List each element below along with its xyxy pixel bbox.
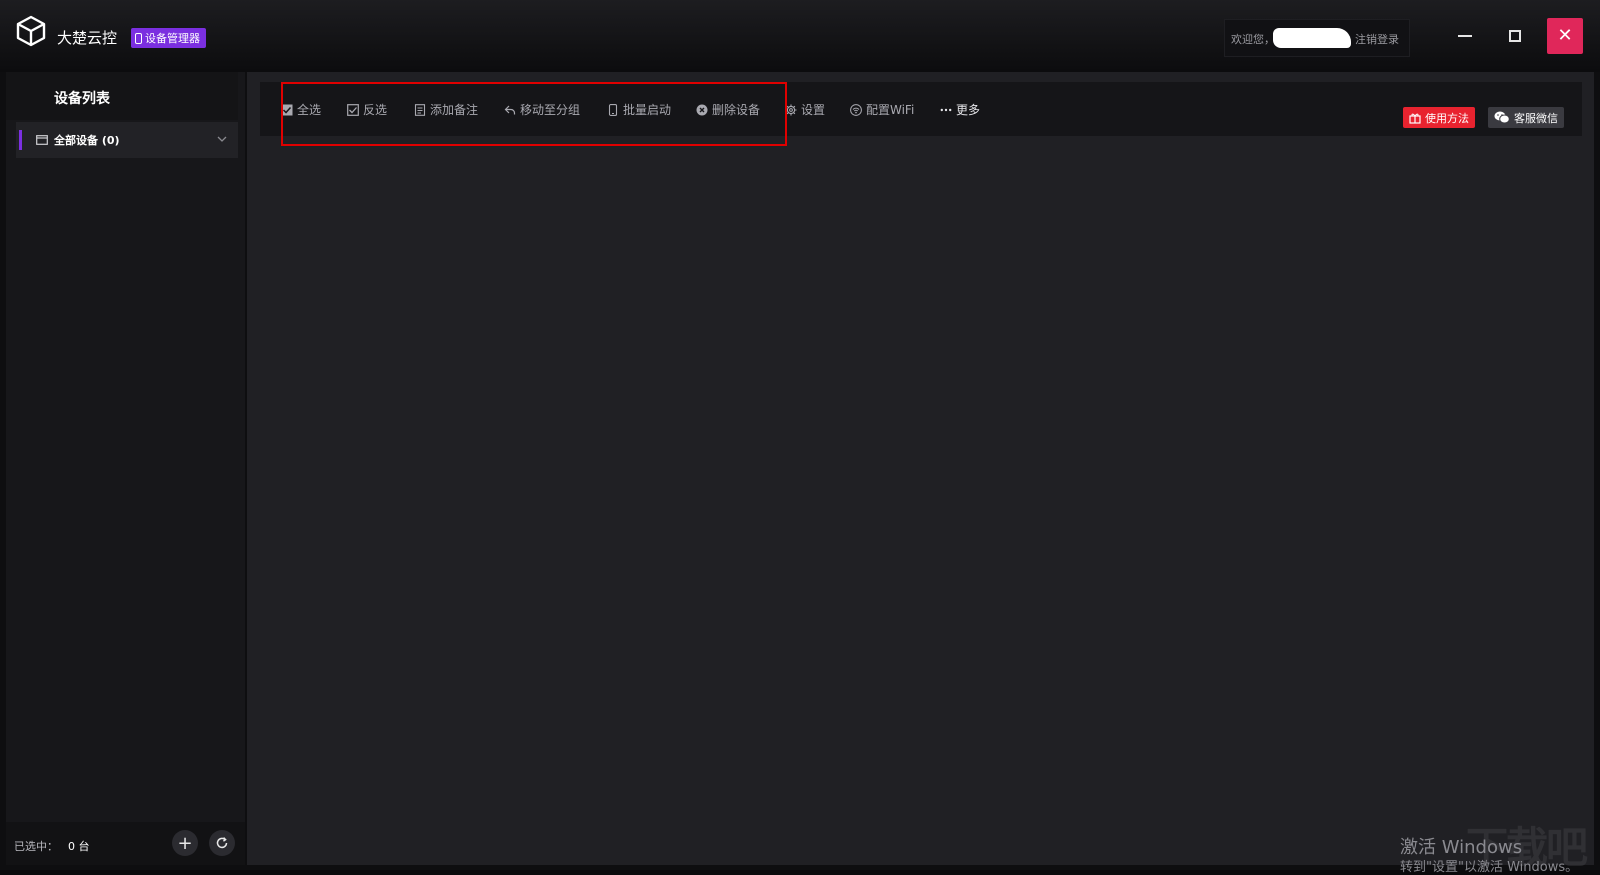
tool-label: 批量启动	[623, 103, 672, 117]
phone-icon	[135, 32, 142, 44]
configure-wifi-button[interactable]: 配置WiFi	[850, 101, 914, 118]
checkbox-filled-icon	[281, 104, 293, 115]
selected-label: 已选中：	[14, 840, 58, 853]
group-label: 全部设备 (0)	[54, 134, 120, 147]
group-item-all-devices[interactable]: 全部设备 (0)	[16, 122, 238, 158]
delete-device-button[interactable]: 删除设备	[696, 101, 760, 118]
move-to-group-button[interactable]: 移动至分组	[504, 101, 580, 118]
plus-icon: +	[177, 832, 193, 854]
selected-count: 0 台	[68, 840, 90, 853]
sidebar-header: 设备列表	[6, 72, 238, 120]
close-button[interactable]: ✕	[1547, 18, 1583, 54]
tool-label: 更多	[956, 103, 981, 117]
more-dots-icon	[940, 108, 952, 111]
add-note-button[interactable]: 添加备注	[414, 101, 478, 118]
invert-select-button[interactable]: 反选	[347, 101, 387, 118]
close-icon: ✕	[1557, 25, 1573, 46]
checkbox-outline-icon	[347, 103, 359, 116]
username-redacted	[1273, 28, 1351, 48]
move-arrow-icon	[504, 105, 516, 114]
tool-label: 配置WiFi	[866, 103, 915, 117]
tool-label: 设置	[801, 103, 826, 117]
wechat-icon	[1494, 111, 1510, 124]
phone-icon	[608, 103, 618, 116]
add-group-button[interactable]: +	[172, 830, 198, 856]
app-window: 大楚云控 设备管理器 欢迎您， 注销登录 ✕ 设备列表 全部设备 (0) 已选中…	[0, 0, 1600, 875]
wifi-icon	[850, 103, 862, 116]
badge-label: 设备管理器	[145, 32, 200, 45]
sidebar-footer: 已选中： 0 台 +	[6, 822, 245, 865]
windows-activation-hint: 转到"设置"以激活 Windows。	[1400, 860, 1579, 875]
tool-label: 删除设备	[712, 103, 761, 117]
refresh-button[interactable]	[209, 830, 235, 856]
tool-label: 反选	[363, 103, 388, 117]
cube-logo-icon	[16, 15, 46, 47]
minimize-icon	[1458, 35, 1472, 37]
folder-icon	[36, 135, 48, 145]
sidebar-title: 设备列表	[54, 91, 110, 107]
app-name: 大楚云控	[57, 29, 118, 47]
help-button[interactable]: 使用方法	[1403, 107, 1475, 128]
tool-label: 移动至分组	[520, 103, 581, 117]
wechat-button-label: 客服微信	[1514, 111, 1558, 125]
toolbar: 全选 反选 添加备注 移动至分组 批量启动 删除设备 设置 配置WiFi 更多 …	[260, 82, 1582, 136]
gift-icon	[1409, 113, 1421, 124]
active-indicator	[19, 130, 22, 150]
title-bar: 大楚云控 设备管理器 欢迎您， 注销登录 ✕	[0, 0, 1600, 72]
tool-label: 添加备注	[430, 103, 479, 117]
tool-label: 全选	[297, 103, 322, 117]
settings-button[interactable]: 设置	[785, 101, 825, 118]
sidebar: 设备列表 全部设备 (0) 已选中： 0 台 +	[6, 72, 245, 865]
delete-circle-icon	[696, 104, 708, 115]
select-all-button[interactable]: 全选	[281, 101, 321, 118]
help-button-label: 使用方法	[1425, 111, 1469, 125]
wechat-support-button[interactable]: 客服微信	[1488, 107, 1564, 128]
batch-start-button[interactable]: 批量启动	[607, 101, 671, 118]
main-panel: 全选 反选 添加备注 移动至分组 批量启动 删除设备 设置 配置WiFi 更多 …	[247, 72, 1594, 865]
welcome-text: 欢迎您，	[1231, 33, 1275, 46]
maximize-icon	[1509, 30, 1521, 42]
logout-link[interactable]: 注销登录	[1355, 31, 1399, 47]
gear-icon	[785, 104, 797, 115]
note-icon	[414, 103, 426, 116]
user-box: 欢迎您， 注销登录	[1224, 19, 1410, 57]
chevron-down-icon[interactable]	[216, 133, 228, 145]
minimize-button[interactable]	[1447, 18, 1483, 54]
more-button[interactable]: 更多	[940, 101, 980, 118]
maximize-button[interactable]	[1497, 18, 1533, 54]
device-manager-badge: 设备管理器	[131, 28, 206, 48]
refresh-icon	[216, 837, 228, 849]
